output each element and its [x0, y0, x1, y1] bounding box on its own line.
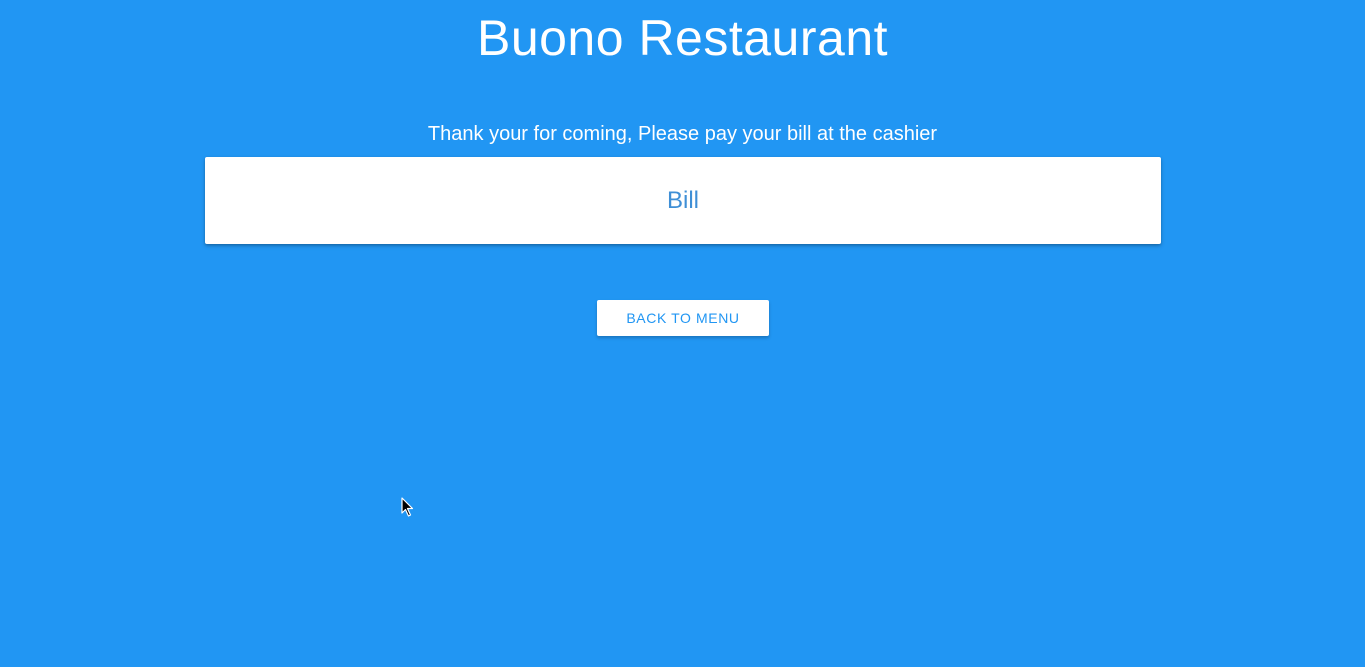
back-to-menu-button[interactable]: BACK TO MENU — [597, 300, 769, 336]
bill-label: Bill — [666, 186, 699, 214]
page-title: Buono Restaurant — [476, 10, 889, 66]
mouse-pointer-icon — [401, 497, 414, 517]
thank-you-message: Thank your for coming, Please pay your b… — [427, 123, 938, 145]
bill-card[interactable]: Bill — [205, 157, 1161, 244]
